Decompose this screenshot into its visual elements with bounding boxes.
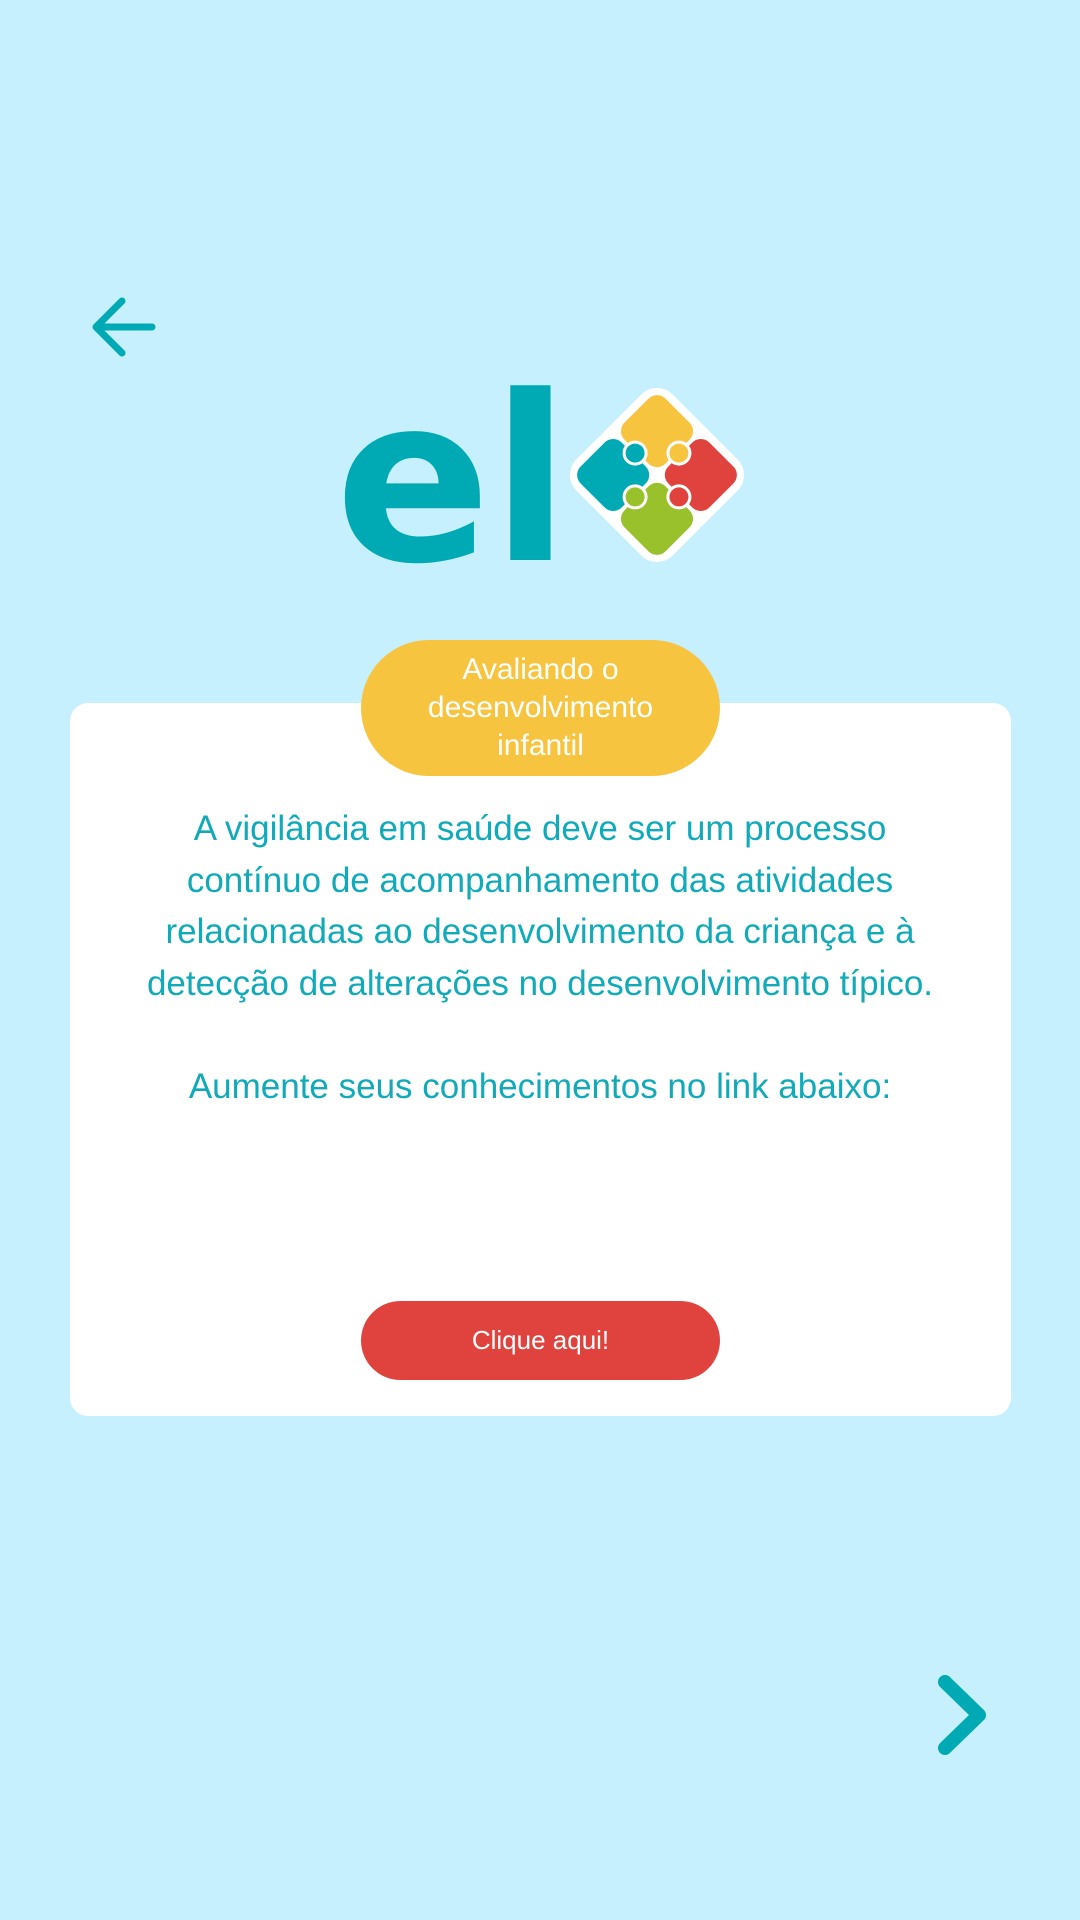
chevron-right-icon bbox=[938, 1675, 986, 1755]
card-body: A vigilância em saúde deve ser um proces… bbox=[125, 803, 955, 1112]
badge-text: Avaliando o desenvolvimento infantil bbox=[427, 653, 654, 762]
puzzle-icon bbox=[569, 387, 745, 563]
click-here-button[interactable]: Clique aqui! bbox=[361, 1301, 720, 1380]
section-badge: Avaliando o desenvolvimento infantil bbox=[361, 640, 720, 776]
cta-intro-text: Aumente seus conhecimentos no link abaix… bbox=[188, 1066, 892, 1106]
app-logo: el bbox=[335, 335, 755, 585]
logo-text: el bbox=[335, 348, 570, 585]
arrow-left-icon bbox=[92, 297, 156, 357]
next-button[interactable] bbox=[927, 1670, 997, 1760]
info-paragraph: A vigilância em saúde deve ser um proces… bbox=[146, 809, 934, 1003]
back-button[interactable] bbox=[80, 285, 170, 365]
